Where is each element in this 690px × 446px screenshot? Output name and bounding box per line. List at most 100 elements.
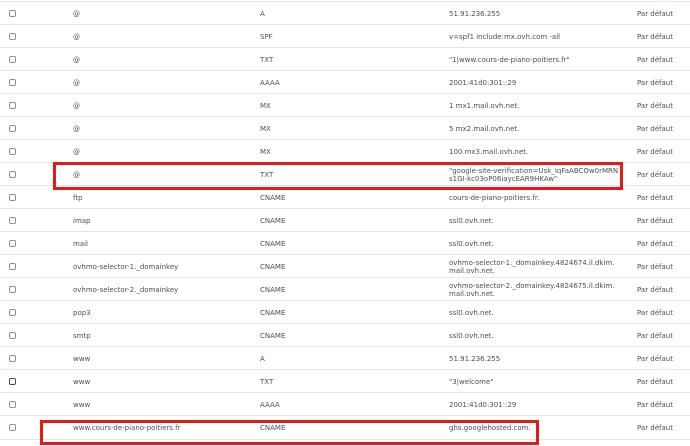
table-row: @ A 51.91.236.255 Par défaut <box>0 1 690 25</box>
record-domain: www <box>73 401 91 409</box>
record-type: CNAME <box>260 194 286 202</box>
row-checkbox[interactable] <box>9 102 16 109</box>
table-row: ovhmo-selector-2._domainkey CNAME ovhmo-se… <box>0 277 690 301</box>
record-target: ssl0.ovh.net. <box>449 217 494 225</box>
record-domain: @ <box>73 56 80 64</box>
record-ttl: Par défaut <box>637 217 673 225</box>
record-type: TXT <box>260 378 274 386</box>
record-target: 100 mx3.mail.ovh.net. <box>449 148 529 156</box>
table-row: @ SPF v=spf1 include:mx.ovh.com -all Par dé… <box>0 24 690 48</box>
row-checkbox[interactable] <box>9 79 16 86</box>
record-target: ssl0.ovh.net. <box>449 309 494 317</box>
record-type: TXT <box>260 171 274 179</box>
record-ttl: Par défaut <box>637 378 673 386</box>
table-row: www AAAA 2001:41d0:301::29 Par défaut <box>0 392 690 416</box>
row-checkbox[interactable] <box>9 56 16 63</box>
row-checkbox[interactable] <box>9 355 16 362</box>
row-checkbox[interactable] <box>9 33 16 40</box>
record-ttl: Par défaut <box>637 424 673 432</box>
record-target: ssl0.ovh.net. <box>449 240 494 248</box>
table-row: mail CNAME ssl0.ovh.net. Par défaut <box>0 231 690 255</box>
record-target: ovhmo-selector-2._domainkey.4824675.il.d… <box>449 282 615 298</box>
row-checkbox[interactable] <box>9 263 16 270</box>
record-domain: @ <box>73 102 80 110</box>
record-target: v=spf1 include:mx.ovh.com -all <box>449 33 561 41</box>
record-target: "google-site-verification=Usk_IqFaABCOw0… <box>449 167 619 183</box>
record-ttl: Par défaut <box>637 309 673 317</box>
record-domain: smtp <box>73 332 91 340</box>
table-row: @ MX 1 mx1.mail.ovh.net. Par défaut <box>0 93 690 117</box>
record-ttl: Par défaut <box>637 148 673 156</box>
table-row: @ TXT "1|www.cours-de-piano-poitiers.fr" Pa… <box>0 47 690 71</box>
record-target: 2001:41d0:301::29 <box>449 401 517 409</box>
record-target: ssl0.ovh.net. <box>449 332 494 340</box>
row-checkbox[interactable] <box>9 194 16 201</box>
record-ttl: Par défaut <box>637 401 673 409</box>
record-domain: mail <box>73 240 88 248</box>
record-type: TXT <box>260 56 274 64</box>
record-type: CNAME <box>260 217 286 225</box>
record-domain: @ <box>73 79 80 87</box>
record-type: A <box>260 355 265 363</box>
record-type: MX <box>260 102 271 110</box>
row-checkbox[interactable] <box>9 148 16 155</box>
record-ttl: Par défaut <box>637 240 673 248</box>
record-ttl: Par défaut <box>637 125 673 133</box>
table-row: www A 51.91.236.255 Par défaut <box>0 346 690 370</box>
record-domain: @ <box>73 171 80 179</box>
record-ttl: Par défaut <box>637 332 673 340</box>
table-row: @ MX 5 mx2.mail.ovh.net. Par défaut <box>0 116 690 140</box>
record-ttl: Par défaut <box>637 56 673 64</box>
record-domain: www.cours-de-piano-poitiers.fr <box>73 424 181 432</box>
table-row: pop3 CNAME ssl0.ovh.net. Par défaut <box>0 300 690 324</box>
table-row: ftp CNAME cours-de-piano-poitiers.fr. Par d… <box>0 185 690 209</box>
record-domain: pop3 <box>73 309 91 317</box>
row-checkbox[interactable] <box>9 424 16 431</box>
row-checkbox[interactable] <box>9 171 16 178</box>
table-row: @ MX 100 mx3.mail.ovh.net. Par défaut <box>0 139 690 163</box>
record-type: CNAME <box>260 240 286 248</box>
record-type: CNAME <box>260 332 286 340</box>
row-checkbox[interactable] <box>9 332 16 339</box>
row-checkbox[interactable] <box>9 378 16 385</box>
table-row: www TXT "3|welcome" Par défaut <box>0 369 690 393</box>
record-target: 2001:41d0:301::29 <box>449 79 517 87</box>
record-type: CNAME <box>260 286 286 294</box>
record-type: CNAME <box>260 263 286 271</box>
record-ttl: Par défaut <box>637 102 673 110</box>
record-type: AAAA <box>260 79 280 87</box>
table-row: @ AAAA 2001:41d0:301::29 Par défaut <box>0 70 690 94</box>
row-checkbox[interactable] <box>9 10 16 17</box>
record-target: 51.91.236.255 <box>449 355 501 363</box>
record-type: MX <box>260 125 271 133</box>
table-row: @ TXT "google-site-verification=Usk_IqFaAB… <box>0 162 690 186</box>
row-checkbox[interactable] <box>9 309 16 316</box>
row-checkbox[interactable] <box>9 240 16 247</box>
record-domain: www <box>73 355 91 363</box>
record-ttl: Par défaut <box>637 263 673 271</box>
record-type: AAAA <box>260 401 280 409</box>
record-target: "3|welcome" <box>449 378 494 386</box>
record-ttl: Par défaut <box>637 355 673 363</box>
record-type: A <box>260 10 265 18</box>
record-type: CNAME <box>260 309 286 317</box>
row-checkbox[interactable] <box>9 401 16 408</box>
record-target: "1|www.cours-de-piano-poitiers.fr" <box>449 56 570 64</box>
record-target: ghs.googlehosted.com. <box>449 424 531 432</box>
record-domain: @ <box>73 10 80 18</box>
record-ttl: Par défaut <box>637 10 673 18</box>
record-domain: @ <box>73 148 80 156</box>
record-domain: ovhmo-selector-2._domainkey <box>73 286 179 294</box>
record-target: 51.91.236.255 <box>449 10 501 18</box>
record-domain: ftp <box>73 194 83 202</box>
table-row: imap CNAME ssl0.ovh.net. Par défaut <box>0 208 690 232</box>
row-checkbox[interactable] <box>9 286 16 293</box>
record-ttl: Par défaut <box>637 171 673 179</box>
record-type: MX <box>260 148 271 156</box>
table-row: ovhmo-selector-1._domainkey CNAME ovhmo-se… <box>0 254 690 278</box>
record-type: CNAME <box>260 424 286 432</box>
table-row: smtp CNAME ssl0.ovh.net. Par défaut <box>0 323 690 347</box>
record-target: ovhmo-selector-1._domainkey.4824674.il.d… <box>449 259 615 275</box>
row-checkbox[interactable] <box>9 217 16 224</box>
row-checkbox[interactable] <box>9 125 16 132</box>
